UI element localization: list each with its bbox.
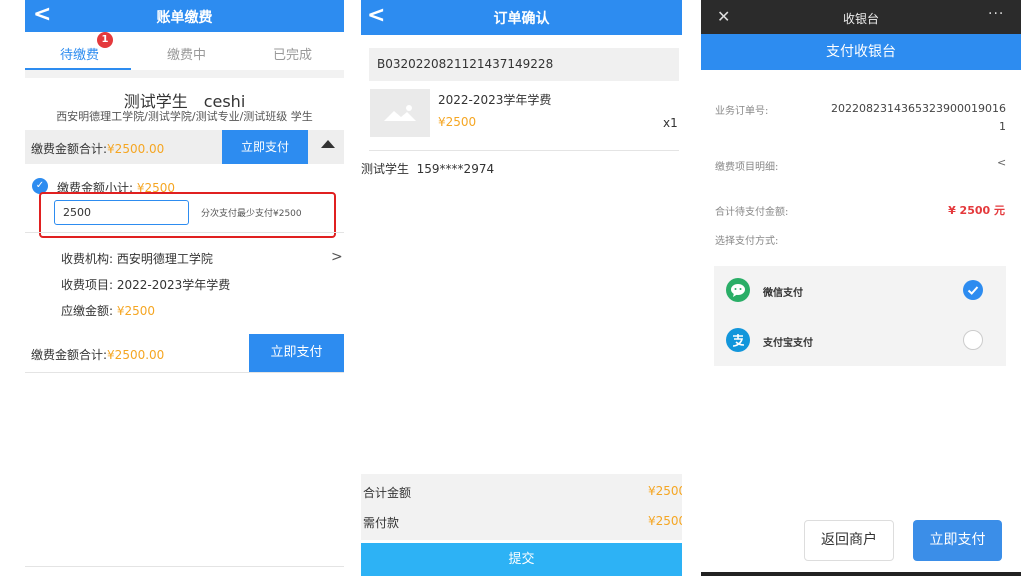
amount-label: 合计待支付金额: <box>715 207 789 218</box>
tab-bar: 待缴费 1 缴费中 已完成 <box>25 32 344 70</box>
payment-method-list: 微信支付 支付宝支付 <box>714 266 1006 366</box>
item-value: 2022-2023学年学费 <box>116 278 231 292</box>
org-value: 西安明德理工学院 <box>116 252 213 266</box>
header-bar: < 账单缴费 <box>25 0 344 32</box>
total-label: 合计金额 <box>363 486 412 500</box>
divider <box>25 566 344 567</box>
product-price: ¥2500 <box>438 115 477 129</box>
pay-now-button-2[interactable]: 立即支付 <box>249 334 344 372</box>
divider <box>369 150 679 151</box>
product-name: 2022-2023学年学费 <box>438 93 552 107</box>
pay-method-wechat[interactable]: 微信支付 <box>714 266 1006 316</box>
order-label: 业务订单号: <box>715 106 769 117</box>
org-row[interactable]: 收费机构: 西安明德理工学院 <box>61 250 213 267</box>
pending-count-badge: 1 <box>97 32 113 48</box>
order-value: 20220823143653239000190161 <box>831 102 1006 133</box>
cashier-screen: ✕ 收银台 ··· 支付收银台 业务订单号: 20220823143653239… <box>701 0 1021 576</box>
contact-info: 测试学生 159****2974 <box>361 160 494 177</box>
total-bar: 缴费金额合计:¥2500.00 立即支付 <box>25 130 344 164</box>
pay-now-button[interactable]: 立即支付 <box>222 130 308 164</box>
tab-completed[interactable]: 已完成 <box>273 44 312 63</box>
pay-method-name: 微信支付 <box>763 288 803 299</box>
more-menu-icon[interactable]: ··· <box>988 6 1004 22</box>
divider <box>25 70 344 78</box>
contact-phone: 159****2974 <box>416 162 495 176</box>
window-title: 收银台 <box>842 12 879 26</box>
due-row: 应缴金额: ¥2500 <box>61 304 156 318</box>
bottom-bar <box>701 572 1021 576</box>
page-title: 订单确认 <box>493 11 550 27</box>
min-payment-hint: 分次支付最少支付¥2500 <box>201 209 302 219</box>
tab-pending[interactable]: 待缴费 <box>60 44 99 63</box>
divider <box>25 232 344 233</box>
order-summary: 合计金额 ¥2500 需付款 ¥2500 <box>361 474 682 540</box>
order-number: B0320220821121437149228 <box>369 48 679 81</box>
page-title: 支付收银台 <box>701 34 1021 70</box>
page-title: 账单缴费 <box>156 10 213 26</box>
order-confirm-screen: < 订单确认 B0320220821121437149228 2022-2023… <box>361 0 682 576</box>
detail-label: 缴费项目明细: <box>715 162 779 173</box>
expand-detail-icon[interactable]: < <box>997 156 1006 169</box>
due-amount: ¥2500 <box>116 304 156 318</box>
radio-checked-icon[interactable] <box>963 280 983 300</box>
top-bar: ✕ 收银台 ··· <box>701 0 1021 34</box>
return-merchant-button[interactable]: 返回商户 <box>804 520 894 561</box>
radio-unchecked-icon[interactable] <box>963 330 983 350</box>
item-row: 收费项目: 2022-2023学年学费 <box>61 278 231 292</box>
pay-now-button[interactable]: 立即支付 <box>913 520 1002 561</box>
total-amount-2: ¥2500.00 <box>107 348 165 362</box>
divider <box>25 372 344 373</box>
tab-in-progress[interactable]: 缴费中 <box>167 44 206 63</box>
header-bar: < 订单确认 <box>361 0 682 35</box>
total-value: ¥2500 <box>648 484 682 498</box>
alipay-icon <box>726 328 750 352</box>
total-amount: ¥2500.00 <box>107 142 165 156</box>
chevron-right-icon[interactable]: > <box>331 249 343 265</box>
pay-method-alipay[interactable]: 支付宝支付 <box>714 316 1006 366</box>
product-image-placeholder-icon <box>370 89 430 137</box>
method-label: 选择支付方式: <box>715 236 779 247</box>
payable-value: ¥2500 <box>648 514 682 528</box>
amount-value: ¥ 2500 元 <box>948 204 1005 217</box>
pay-method-name: 支付宝支付 <box>763 338 813 349</box>
total-bar-2: 缴费金额合计:¥2500.00 立即支付 <box>25 334 344 372</box>
student-path: 西安明德理工学院/测试学院/测试专业/测试班级 学生 <box>56 110 313 123</box>
payment-amount-input[interactable]: 2500 <box>54 200 189 225</box>
collapse-arrow-icon[interactable] <box>321 140 335 148</box>
contact-name: 测试学生 <box>361 162 410 176</box>
bill-payment-screen: < 账单缴费 待缴费 1 缴费中 已完成 测试学生 ceshi 西安明德理工学院… <box>25 0 344 576</box>
total-label: 缴费金额合计:¥2500.00 <box>31 142 165 156</box>
payable-label: 需付款 <box>363 516 400 530</box>
wechat-pay-icon <box>726 278 750 302</box>
total-label-2: 缴费金额合计:¥2500.00 <box>31 348 165 362</box>
product-quantity: x1 <box>663 116 678 130</box>
submit-button[interactable]: 提交 <box>361 543 682 576</box>
